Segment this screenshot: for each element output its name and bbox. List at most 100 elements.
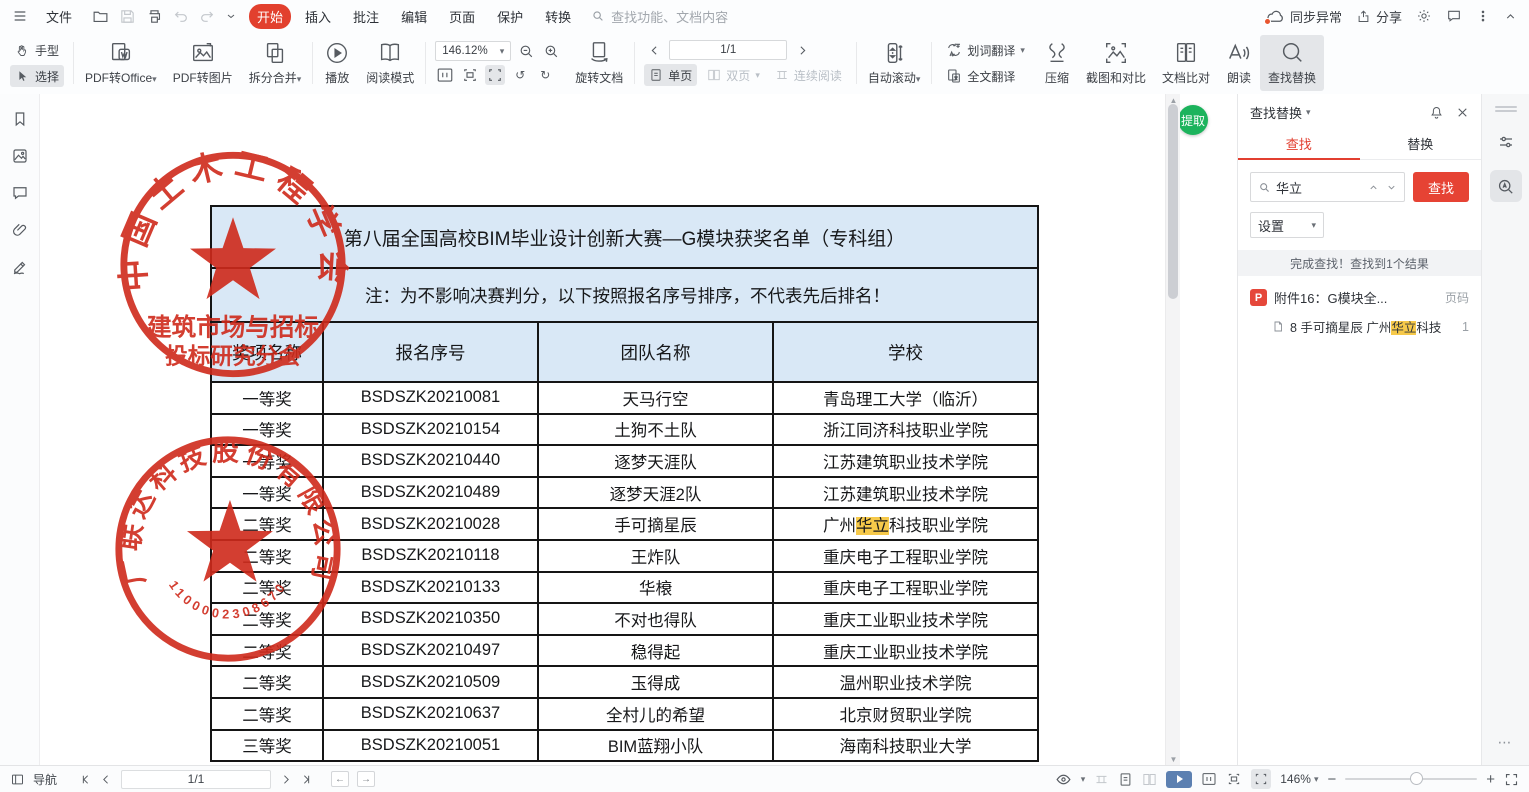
fullscreen-icon[interactable] — [1504, 772, 1519, 787]
zoom-slider[interactable] — [1345, 778, 1477, 780]
word-translate-button[interactable]: 划词翻译▾ — [941, 39, 1030, 61]
double-page-view-icon[interactable] — [1142, 772, 1157, 787]
auto-scroll-button[interactable]: 自动滚动▾ — [860, 32, 929, 94]
adjust-sliders-icon[interactable] — [1490, 126, 1522, 158]
navigation-icon[interactable] — [10, 772, 25, 787]
hand-tool-button[interactable]: 手型 — [10, 39, 64, 61]
collapse-ribbon-icon[interactable] — [1504, 10, 1517, 23]
extract-badge[interactable]: 提取 — [1178, 105, 1208, 135]
bookmark-icon[interactable] — [11, 110, 29, 128]
double-page-view-button[interactable]: 双页▾ — [702, 64, 765, 86]
play-presentation-button[interactable] — [1166, 771, 1192, 788]
rotate-document-button[interactable]: 旋转文档 — [567, 32, 631, 94]
screenshot-compare-button[interactable]: 截图和对比 — [1078, 32, 1154, 94]
scrollbar-thumb[interactable] — [1168, 104, 1178, 299]
pdf-to-image-button[interactable]: PDF转图片 — [165, 32, 241, 94]
result-group-row[interactable]: P 附件16：G模块全... 页码 — [1250, 288, 1469, 307]
prev-page-icon[interactable] — [100, 773, 113, 786]
sync-status[interactable]: 同步异常 — [1266, 7, 1342, 26]
find-button[interactable]: 查找 — [1413, 172, 1469, 202]
doc-compare-button[interactable]: 文档比对 — [1154, 32, 1218, 94]
first-page-icon[interactable] — [79, 773, 92, 786]
share-button[interactable]: 分享 — [1356, 7, 1402, 26]
panel-drag-handle[interactable] — [1495, 104, 1517, 114]
read-aloud-button[interactable]: 朗读 — [1218, 32, 1260, 94]
attachment-icon[interactable] — [11, 221, 29, 239]
zoom-in-icon[interactable] — [541, 41, 561, 61]
zoom-in-plus-icon[interactable]: + — [1486, 771, 1495, 788]
pdf-to-office-button[interactable]: PDF转Office▾ — [77, 32, 165, 94]
zoom-out-minus-icon[interactable]: − — [1327, 771, 1336, 788]
fit-width-icon[interactable] — [460, 65, 480, 85]
bell-icon[interactable] — [1429, 105, 1444, 120]
settings-gear-icon[interactable] — [1416, 8, 1432, 24]
back-view-button[interactable]: ← — [331, 771, 349, 787]
continuous-read-icon[interactable] — [1094, 772, 1109, 787]
eye-protect-icon[interactable] — [1055, 771, 1072, 788]
menu-tab-protect[interactable]: 保护 — [489, 4, 531, 29]
print-icon[interactable] — [146, 8, 163, 25]
status-page-indicator[interactable]: 1/1 — [121, 770, 271, 789]
find-next-icon[interactable] — [1382, 176, 1400, 198]
menu-tab-insert[interactable]: 插入 — [297, 4, 339, 29]
menu-tab-edit[interactable]: 编辑 — [393, 4, 435, 29]
prev-page-icon[interactable] — [644, 40, 664, 60]
menu-tab-convert[interactable]: 转换 — [537, 4, 579, 29]
find-search-field[interactable] — [1250, 172, 1405, 202]
find-replace-button[interactable]: 查找替换 — [1260, 35, 1324, 91]
page-indicator-input[interactable]: 1/1 — [669, 40, 787, 60]
find-search-input[interactable] — [1276, 180, 1346, 195]
undo-icon[interactable] — [173, 8, 189, 24]
search-in-document-icon[interactable] — [1490, 170, 1522, 202]
tab-replace[interactable]: 替换 — [1360, 128, 1482, 159]
tab-find[interactable]: 查找 — [1238, 128, 1360, 159]
vertical-scrollbar[interactable]: ▲ ▼ — [1165, 94, 1180, 765]
close-panel-icon[interactable] — [1456, 105, 1469, 120]
navigation-label[interactable]: 导航 — [33, 771, 57, 788]
single-page-view-button[interactable]: 单页 — [644, 64, 697, 86]
forward-view-button[interactable]: → — [357, 771, 375, 787]
zoom-percentage-dropdown[interactable]: 146.12%▾ — [435, 41, 511, 61]
save-icon[interactable] — [119, 8, 136, 25]
actual-size-icon[interactable] — [1201, 771, 1217, 787]
menu-tab-home[interactable]: 开始 — [249, 4, 291, 29]
select-tool-button[interactable]: 选择 — [10, 65, 64, 87]
toolbar-dropdown-icon[interactable] — [225, 10, 237, 22]
menu-tab-comment[interactable]: 批注 — [345, 4, 387, 29]
feedback-comment-icon[interactable] — [1446, 8, 1462, 24]
full-translate-button[interactable]: 全文翻译 — [941, 65, 1030, 87]
actual-size-icon[interactable] — [435, 65, 455, 85]
find-settings-dropdown[interactable]: 设置 ▾ — [1250, 212, 1324, 238]
split-merge-button[interactable]: 拆分合并▾ — [241, 32, 310, 94]
comment-panel-icon[interactable] — [11, 184, 29, 202]
last-page-icon[interactable] — [300, 773, 313, 786]
image-panel-icon[interactable] — [11, 147, 29, 165]
panel-title-caret-icon[interactable]: ▾ — [1306, 107, 1311, 118]
compress-button[interactable]: 压缩 — [1036, 32, 1078, 94]
rotate-right-icon[interactable]: ↻ — [535, 65, 555, 85]
open-folder-icon[interactable] — [92, 8, 109, 25]
signature-icon[interactable] — [11, 258, 29, 276]
global-search-box[interactable]: 查找功能、文档内容 — [591, 7, 751, 26]
fit-page-icon[interactable] — [1251, 769, 1271, 789]
scroll-down-arrow[interactable]: ▼ — [1166, 753, 1181, 765]
redo-icon[interactable] — [199, 8, 215, 24]
next-page-icon[interactable] — [792, 40, 812, 60]
continuous-read-button[interactable]: 连续阅读 — [770, 64, 847, 86]
more-options-icon[interactable] — [1476, 9, 1490, 23]
read-mode-button[interactable]: 阅读模式 — [358, 32, 422, 94]
fit-page-icon[interactable] — [485, 65, 505, 85]
status-zoom-dropdown[interactable]: 146%▾ — [1280, 772, 1318, 786]
rail-more-icon[interactable]: ⋯ — [1498, 734, 1514, 751]
zoom-slider-knob[interactable] — [1410, 772, 1423, 785]
zoom-out-icon[interactable] — [516, 41, 536, 61]
menu-file[interactable]: 文件 — [38, 4, 80, 29]
document-viewport[interactable]: 第八届全国高校BIM毕业设计创新大赛—G模块获奖名单（专科组） 注：为不影响决赛… — [40, 94, 1237, 765]
hamburger-menu-icon[interactable] — [12, 8, 28, 24]
next-page-icon[interactable] — [279, 773, 292, 786]
single-page-view-icon[interactable] — [1118, 772, 1133, 787]
menu-tab-page[interactable]: 页面 — [441, 4, 483, 29]
search-result-item[interactable]: 8 手可摘星辰 广州华立科技 1 — [1250, 317, 1469, 336]
rotate-left-icon[interactable]: ↺ — [510, 65, 530, 85]
eye-protect-caret-icon[interactable]: ▾ — [1081, 774, 1086, 785]
